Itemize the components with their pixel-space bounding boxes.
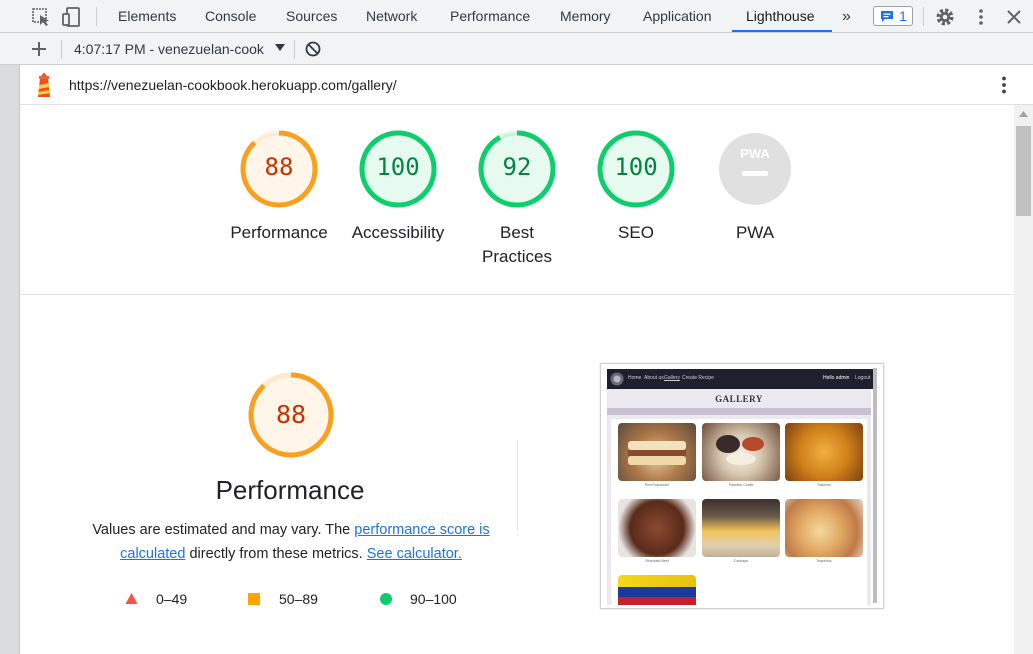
- section-divider: [20, 294, 1014, 295]
- thumbnail-caption: Tequeños: [816, 559, 832, 563]
- site-logo-icon: [610, 372, 624, 386]
- final-screenshot-thumbnail[interactable]: Home About us Gallery Create Recipe Hell…: [600, 363, 884, 609]
- report-url: https://venezuelan-cookbook.herokuapp.co…: [69, 77, 397, 93]
- plus-icon[interactable]: [31, 41, 47, 57]
- issues-count: 1: [899, 8, 907, 24]
- thumbnail-caption: Cachapa: [733, 559, 748, 563]
- report-selector[interactable]: 4:07:17 PM - venezuelan-cook: [74, 33, 264, 65]
- kebab-menu-icon[interactable]: [994, 75, 1014, 95]
- gauge-pwa[interactable]: PWA: [715, 129, 795, 209]
- toolbar-separator: [61, 40, 62, 59]
- see-calculator-link[interactable]: See calculator.: [367, 546, 462, 562]
- report-url-bar: https://venezuelan-cookbook.herokuapp.co…: [20, 65, 1033, 105]
- issues-badge[interactable]: 1: [873, 6, 913, 26]
- thumbnail-gallery-heading: GALLERY: [715, 394, 763, 404]
- pwa-logo-text: PWA: [740, 146, 770, 161]
- lighthouse-logo-icon: [37, 72, 51, 97]
- thumbnail-photo-flag: [618, 575, 696, 605]
- pwa-dash-icon: [742, 171, 768, 176]
- thumbnail-caption: Pabellón Criollo: [728, 483, 754, 487]
- tab-performance[interactable]: Performance: [450, 0, 530, 33]
- thumbnail-nav-item: Gallery: [664, 375, 680, 381]
- dropdown-caret-icon[interactable]: [275, 44, 285, 52]
- toolbar-separator: [96, 7, 97, 26]
- thumbnail-navbar: Home About us Gallery Create Recipe Hell…: [607, 369, 876, 389]
- description-text: Values are estimated and may vary. The: [92, 522, 355, 538]
- toolbar-separator: [294, 40, 295, 59]
- fail-triangle-icon: [125, 593, 138, 604]
- more-tabs-button[interactable]: »: [842, 0, 851, 33]
- thumbnail-photo-pabellon: [702, 423, 780, 481]
- thumbnail-nav-item: Home: [628, 375, 642, 381]
- close-icon[interactable]: [1003, 6, 1025, 28]
- performance-description: Values are estimated and may vary. The p…: [90, 518, 492, 566]
- pass-circle-icon: [380, 593, 392, 605]
- scrollbar-thumb[interactable]: [1016, 126, 1031, 216]
- settings-gear-icon[interactable]: [934, 6, 956, 28]
- thumbnail-scrollbar: [873, 368, 877, 603]
- thumbnail-caption: Tostones: [816, 483, 831, 487]
- gauge-score: 100: [376, 153, 420, 181]
- thumbnail-nav-user: Hello admin: [823, 375, 850, 381]
- legend-pass-range: 90–100: [410, 591, 457, 607]
- gauge-score: 88: [264, 153, 294, 181]
- thumbnail-nav-logout: Logout: [855, 375, 871, 381]
- tab-memory[interactable]: Memory: [560, 0, 611, 33]
- thumbnail-band: [607, 408, 871, 415]
- inspect-element-icon[interactable]: [30, 6, 52, 28]
- thumbnail-photo-tostones: [785, 423, 863, 481]
- thumbnail-photo-sandwich: [618, 423, 696, 481]
- tab-sources[interactable]: Sources: [286, 0, 337, 33]
- thumbnail-page-body: GALLERY Pernil sandwich Pabellón Criollo…: [607, 389, 871, 605]
- scroll-up-arrow-icon[interactable]: [1019, 111, 1028, 117]
- left-gutter: [0, 65, 20, 654]
- clear-block-icon[interactable]: [305, 41, 321, 57]
- issues-icon: [881, 11, 893, 22]
- device-toolbar-icon[interactable]: [61, 6, 83, 28]
- tab-lighthouse[interactable]: Lighthouse: [746, 0, 815, 33]
- gauge-label: SEO: [618, 223, 654, 242]
- gauge-score: 100: [614, 153, 658, 181]
- thumbnail-caption: Shredded Beef: [645, 559, 669, 563]
- gauge-label: PWA: [735, 223, 775, 242]
- gauge-label: Accessibility: [351, 223, 445, 242]
- thumbnail-photo-tequenos: [785, 499, 863, 557]
- devtools-tabbar: Elements Console Sources Network Performance…: [0, 0, 1033, 33]
- kebab-menu-icon[interactable]: [970, 6, 992, 28]
- tab-application[interactable]: Application: [643, 0, 712, 33]
- thumbnail-nav-item: Create Recipe: [682, 375, 714, 381]
- thumbnail-photo-shredded-beef: [618, 499, 696, 557]
- toolbar-separator: [923, 7, 924, 26]
- legend-average-range: 50–89: [279, 591, 318, 607]
- thumbnail-photo-cachapa: [702, 499, 780, 557]
- gauge-score: 92: [502, 153, 532, 181]
- gauge-label: Performance: [230, 223, 328, 242]
- tab-elements[interactable]: Elements: [118, 0, 176, 33]
- description-text: directly from these metrics.: [185, 546, 367, 562]
- lighthouse-toolbar: 4:07:17 PM - venezuelan-cook: [0, 33, 1033, 65]
- performance-large-score: 88: [275, 400, 307, 429]
- tab-network[interactable]: Network: [366, 0, 417, 33]
- thumbnail-caption: Pernil sandwich: [644, 483, 670, 487]
- legend-fail-range: 0–49: [156, 591, 188, 607]
- active-tab-indicator: [732, 30, 832, 32]
- average-square-icon: [248, 593, 260, 605]
- vertical-divider: [517, 440, 518, 530]
- tab-console[interactable]: Console: [205, 0, 256, 33]
- gauge-label: Best Practices: [457, 221, 577, 269]
- gauge-label-line: Best: [499, 223, 535, 242]
- gauge-label-line: Practices: [482, 247, 552, 266]
- performance-heading: Performance: [215, 475, 365, 505]
- thumbnail-nav-item: About us: [644, 375, 664, 381]
